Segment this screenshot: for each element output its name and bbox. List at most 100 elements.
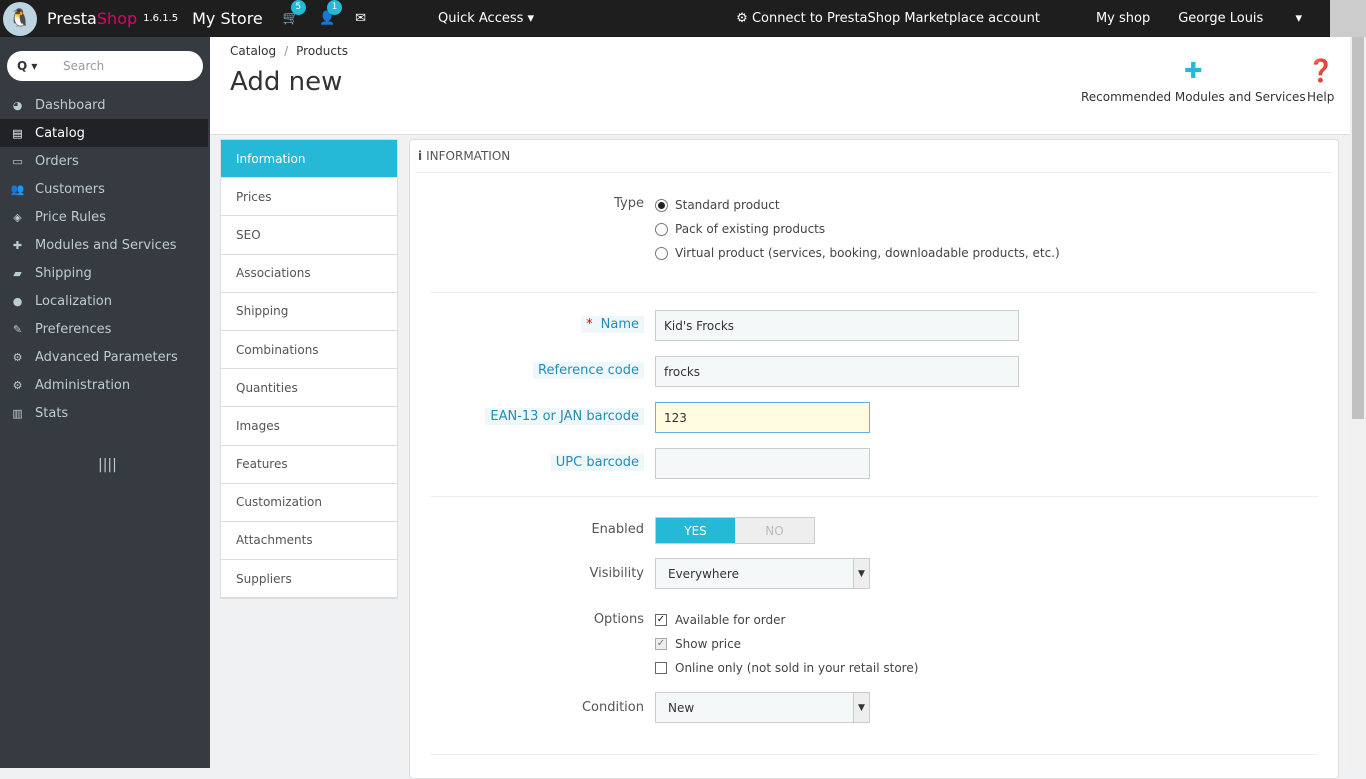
tab-information[interactable]: Information: [221, 140, 397, 179]
type-pack-label: Pack of existing products: [675, 222, 826, 236]
mail-icon[interactable]: ✉: [355, 11, 366, 26]
administration-icon: ⚙: [12, 378, 23, 392]
modules-and-services-icon: ✚: [12, 238, 23, 252]
enabled-yes[interactable]: YES: [656, 518, 735, 543]
scrollbar[interactable]: [1350, 37, 1366, 768]
condition-value: New: [668, 700, 695, 715]
catalog-icon: ▤: [12, 126, 23, 140]
search-input[interactable]: Q ▾ Search: [7, 51, 203, 81]
brand-b: Shop: [96, 9, 138, 28]
sidebar-item-label: Advanced Parameters: [35, 349, 178, 365]
information-panel: i INFORMATION Type Standard product Pack …: [409, 139, 1339, 779]
type-label: Type: [614, 196, 644, 211]
sidebar-item-dashboard[interactable]: ◕ Dashboard: [0, 91, 210, 119]
reference-input[interactable]: frocks: [655, 356, 1019, 387]
sidebar-item-administration[interactable]: ⚙ Administration: [0, 371, 210, 399]
visibility-select[interactable]: Everywhere ▼: [655, 558, 870, 589]
recommended-label: Recommended Modules and Services: [1081, 90, 1306, 104]
customers-icon: 👥: [10, 182, 25, 196]
breadcrumb-catalog[interactable]: Catalog: [230, 44, 276, 58]
puzzle-icon: ✚: [1184, 59, 1203, 84]
dashboard-icon: ◕: [12, 98, 23, 112]
tab-suppliers[interactable]: Suppliers: [221, 560, 397, 599]
sidebar-item-localization[interactable]: ● Localization: [0, 287, 210, 315]
sidebar-item-label: Stats: [35, 405, 69, 421]
tab-associations[interactable]: Associations: [221, 255, 397, 293]
sidebar-item-catalog[interactable]: ▤ Catalog: [0, 119, 208, 147]
ean-input[interactable]: 123: [655, 402, 870, 433]
sidebar-item-price-rules[interactable]: ◈ Price Rules: [0, 203, 210, 231]
type-standard-label: Standard product: [675, 198, 780, 212]
preferences-icon: ✎: [12, 322, 23, 336]
sidebar-item-label: Price Rules: [35, 209, 106, 225]
prestashop-logo[interactable]: 🐧: [3, 1, 37, 36]
tab-prices[interactable]: Prices: [221, 178, 397, 217]
sidebar-item-orders[interactable]: ▭ Orders: [0, 147, 210, 175]
tab-features[interactable]: Features: [221, 446, 397, 484]
tab-combinations[interactable]: Combinations: [221, 331, 397, 370]
my-shop-link[interactable]: My shop: [1096, 11, 1150, 26]
name-label: * Name: [581, 316, 644, 333]
help-button[interactable]: ❓ Help: [1307, 59, 1334, 104]
cart-badge: 5: [290, 0, 306, 15]
type-pack-radio[interactable]: Pack of existing products: [655, 217, 1060, 241]
tab-attachments[interactable]: Attachments: [221, 522, 397, 561]
quick-access-menu[interactable]: Quick Access ▾: [438, 11, 534, 26]
type-standard-radio[interactable]: Standard product: [655, 193, 1060, 217]
sidebar-item-modules-and-services[interactable]: ✚ Modules and Services: [0, 231, 210, 259]
marketplace-link[interactable]: ⚙ Connect to PrestaShop Marketplace acco…: [736, 11, 1068, 26]
tab-quantities[interactable]: Quantities: [221, 369, 397, 408]
tab-customization[interactable]: Customization: [221, 484, 397, 522]
visibility-label: Visibility: [589, 566, 644, 581]
customer-icon[interactable]: 👤 1: [319, 0, 342, 26]
divider: [430, 292, 1318, 293]
enabled-label: Enabled: [591, 522, 644, 537]
sidebar-item-label: Administration: [35, 377, 131, 393]
search-icon[interactable]: Q ▾: [17, 59, 63, 73]
sidebar-item-customers[interactable]: 👥 Customers: [0, 175, 210, 203]
name-input[interactable]: Kid's Frocks: [655, 310, 1019, 341]
sidebar-item-shipping[interactable]: ▰ Shipping: [0, 259, 210, 287]
tab-seo[interactable]: SEO: [221, 216, 397, 255]
help-label: Help: [1307, 90, 1335, 104]
sidebar-item-preferences[interactable]: ✎ Preferences: [0, 315, 210, 343]
enabled-toggle[interactable]: YES NO: [655, 517, 815, 544]
show-price-checkbox[interactable]: ✓ Show price: [655, 632, 918, 656]
scrollbar-thumb[interactable]: [1352, 37, 1364, 419]
available-for-order-checkbox[interactable]: ✓ Available for order: [655, 608, 918, 632]
avatar[interactable]: [1330, 0, 1366, 37]
sidebar-item-label: Dashboard: [35, 97, 106, 113]
breadcrumb-products[interactable]: Products: [296, 44, 348, 58]
sidebar-item-stats[interactable]: ▥ Stats: [0, 399, 210, 427]
sidebar-item-advanced-parameters[interactable]: ⚙ Advanced Parameters: [0, 343, 210, 371]
tab-shipping[interactable]: Shipping: [221, 293, 397, 331]
sidebar-item-label: Shipping: [35, 265, 92, 281]
enabled-no[interactable]: NO: [735, 518, 814, 543]
panel-title: INFORMATION: [426, 149, 511, 163]
condition-select[interactable]: New ▼: [655, 692, 870, 723]
top-bar: 🐧 PrestaShop 1.6.1.5 My Store 🛒 5 👤 1 ✉ Qu…: [0, 0, 1366, 37]
brand-a: Presta: [47, 9, 97, 28]
options-label: Options: [593, 612, 644, 627]
orders-icon: ▭: [12, 154, 23, 168]
page-header: Catalog / Products Add new ✚ Recommended Mo…: [210, 37, 1350, 135]
store-name[interactable]: My Store: [192, 9, 263, 28]
cart-icon[interactable]: 🛒 5: [283, 0, 306, 26]
tab-images[interactable]: Images: [221, 407, 397, 446]
type-virtual-radio[interactable]: Virtual product (services, booking, down…: [655, 241, 1060, 265]
reference-label: Reference code: [533, 362, 644, 379]
type-virtual-label: Virtual product (services, booking, down…: [675, 246, 1060, 260]
online-only-checkbox[interactable]: Online only (not sold in your retail sto…: [655, 656, 918, 680]
quick-access-label: Quick Access: [438, 11, 524, 26]
recommended-modules-button[interactable]: ✚ Recommended Modules and Services: [1081, 59, 1306, 104]
advanced-parameters-icon: ⚙: [12, 350, 23, 364]
online-only-label: Online only (not sold in your retail sto…: [675, 661, 919, 675]
collapse-menu-icon[interactable]: ||||: [98, 457, 210, 473]
upc-input[interactable]: [655, 448, 870, 479]
ean-label: EAN-13 or JAN barcode: [485, 408, 644, 425]
user-menu[interactable]: George Louis ▾: [1178, 11, 1302, 26]
customer-badge: 1: [326, 0, 342, 15]
divider: [430, 496, 1318, 497]
localization-icon: ●: [12, 294, 23, 308]
sidebar-item-label: Customers: [35, 181, 105, 197]
